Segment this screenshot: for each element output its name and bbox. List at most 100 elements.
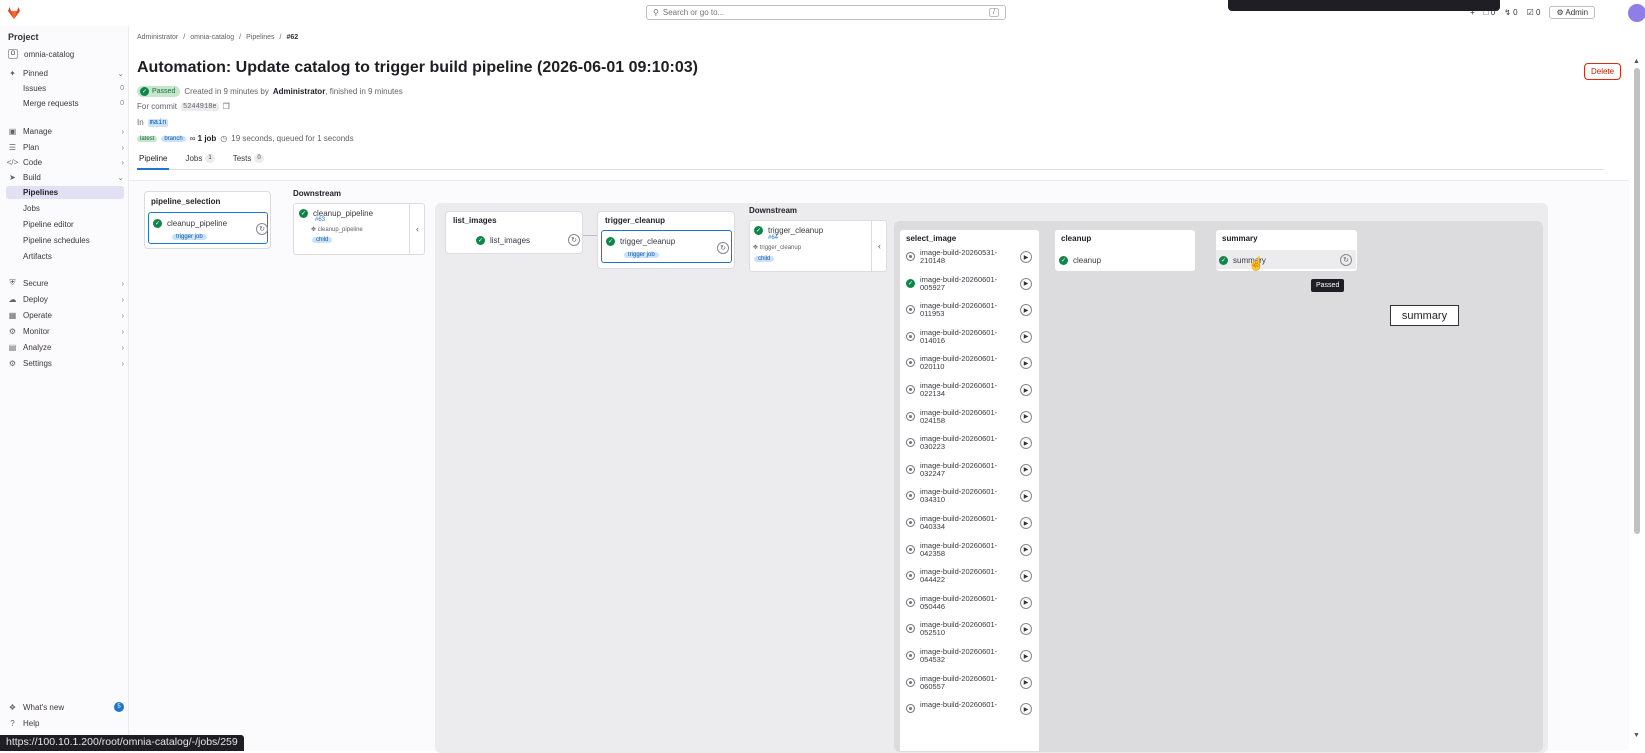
- job-list-images[interactable]: ✓ list_images: [476, 231, 530, 250]
- job-name: image-build-20260601- 042358: [920, 540, 998, 558]
- gitlab-logo-icon[interactable]: [7, 6, 21, 20]
- job-select-image[interactable]: image-build-20260601- 052510: [906, 621, 997, 643]
- tab-tests[interactable]: Tests 0: [231, 151, 266, 170]
- sidebar-item-code[interactable]: </> Code ›: [7, 155, 124, 169]
- job-select-image[interactable]: image-build-20260601- 060557: [906, 674, 997, 697]
- play-icon[interactable]: ▶: [1020, 596, 1032, 609]
- retry-icon[interactable]: ↻: [1340, 254, 1352, 266]
- sidebar-item-build[interactable]: ➤ Build ⌄: [8, 170, 124, 184]
- sidebar-item-settings[interactable]: ⚙ Settings ›: [8, 356, 124, 370]
- job-select-image[interactable]: ✓ image-build-20260601- 005927: [906, 275, 997, 298]
- sidebar-item-analyze[interactable]: ▤ Analyze ›: [8, 340, 124, 354]
- breadcrumb-item[interactable]: omnia-catalog: [190, 34, 234, 41]
- downstream-pipeline-link[interactable]: ✓ cleanup_pipeline: [299, 204, 373, 223]
- job-trigger-cleanup[interactable]: ✓ trigger_cleanup: [606, 232, 675, 251]
- job-select-image[interactable]: image-build-20260601-: [906, 701, 997, 723]
- job-select-image[interactable]: image-build-20260601- 034310: [906, 488, 997, 510]
- play-icon[interactable]: ▶: [1020, 410, 1032, 423]
- sidebar-item-issues[interactable]: Issues 0: [23, 81, 124, 95]
- job-select-image[interactable]: image-build-20260601- 014016: [906, 328, 997, 351]
- play-icon[interactable]: ▶: [1020, 251, 1032, 263]
- play-icon[interactable]: ▶: [1020, 543, 1032, 556]
- sidebar-project[interactable]: Oomnia-catalog: [8, 47, 124, 61]
- job-select-image[interactable]: image-build-20260601- 030223: [906, 435, 997, 457]
- delete-button[interactable]: Delete: [1584, 63, 1622, 80]
- play-icon[interactable]: ▶: [1020, 463, 1032, 476]
- merge-requests-counter[interactable]: ↯ 0: [1504, 8, 1517, 17]
- monitor-label: Monitor: [23, 326, 50, 336]
- mouse-cursor-icon: ☝: [1248, 256, 1265, 271]
- job-cleanup[interactable]: ✓ cleanup: [1059, 251, 1101, 270]
- sidebar-item-monitor[interactable]: ⚙ Monitor ›: [8, 324, 124, 338]
- collapse-chevron-left-icon[interactable]: ‹: [409, 203, 425, 255]
- search-input[interactable]: ⚲ Search or go to... /: [646, 5, 1006, 20]
- sidebar-item-artifacts[interactable]: Artifacts: [23, 252, 52, 261]
- user-link[interactable]: Administrator: [273, 87, 325, 96]
- job-select-image[interactable]: image-build-20260601- 011953: [906, 302, 997, 324]
- downstream-number[interactable]: #64: [768, 235, 778, 241]
- admin-button[interactable]: ⚙ Admin: [1549, 6, 1596, 19]
- sidebar-item-pipeline-schedules[interactable]: Pipeline schedules: [23, 236, 90, 245]
- sidebar-item-merge-requests[interactable]: Merge requests 0: [23, 96, 124, 110]
- downstream-number[interactable]: #63: [315, 217, 325, 223]
- retry-icon[interactable]: ↻: [568, 234, 580, 246]
- job-select-image[interactable]: image-build-20260601- 044422: [906, 568, 997, 590]
- tab-pipeline[interactable]: Pipeline: [137, 151, 170, 170]
- job-name: image-build-20260601-: [920, 700, 998, 710]
- play-icon[interactable]: ▶: [1020, 277, 1032, 290]
- status-badge[interactable]: ✓ Passed: [137, 86, 181, 97]
- breadcrumb-item[interactable]: Administrator: [137, 34, 178, 41]
- sidebar-item-deploy[interactable]: ☁ Deploy ›: [8, 292, 125, 306]
- sidebar-item-jobs[interactable]: Jobs: [23, 204, 40, 213]
- job-name: image-build-20260601- 020110: [920, 354, 998, 372]
- tab-jobs[interactable]: Jobs 1: [183, 151, 216, 170]
- retry-icon[interactable]: ↻: [256, 223, 268, 235]
- downstream-pipeline-link[interactable]: ✓ trigger_cleanup: [754, 221, 823, 240]
- scrollbar[interactable]: ▲ ▼: [1630, 58, 1644, 751]
- breadcrumb-item[interactable]: Pipelines: [246, 34, 274, 41]
- play-icon[interactable]: ▶: [1020, 330, 1032, 343]
- branch-name[interactable]: main: [147, 118, 169, 127]
- avatar[interactable]: [1628, 4, 1645, 22]
- job-name: image-build-20260601- 030223: [920, 434, 998, 452]
- sidebar-item-whats-new[interactable]: ❖ What's new 5: [8, 700, 124, 714]
- breadcrumb-current[interactable]: #62: [286, 34, 298, 41]
- stage-title: list_images: [453, 216, 497, 225]
- todos-counter[interactable]: ☑ 0: [1527, 8, 1541, 17]
- scroll-up-arrow-icon[interactable]: ▲: [1633, 58, 1640, 65]
- copy-icon[interactable]: ❐: [223, 102, 230, 111]
- job-select-image[interactable]: image-build-20260601- 050446: [906, 593, 998, 617]
- job-cleanup-pipeline[interactable]: ✓ cleanup_pipeline: [153, 214, 227, 233]
- sidebar-item-pinned[interactable]: ✦ Pinned ⌄: [8, 66, 124, 80]
- sidebar-item-help[interactable]: ? Help: [8, 716, 124, 730]
- sidebar-item-operate[interactable]: ▦ Operate ›: [8, 308, 124, 322]
- job-select-image[interactable]: image-build-20260601- 054532: [906, 648, 997, 670]
- job-select-image[interactable]: image-build-20260601- 020110: [906, 355, 997, 377]
- job-select-image[interactable]: image-build-20260601- 040334: [906, 515, 997, 537]
- play-icon[interactable]: ▶: [1020, 650, 1032, 662]
- job-name: image-build-20260601- 050446: [920, 593, 998, 611]
- scroll-down-arrow-icon[interactable]: ▼: [1633, 732, 1640, 739]
- collapse-chevron-left-icon[interactable]: ‹: [871, 220, 887, 272]
- commit-sha[interactable]: 5244918e: [181, 102, 219, 111]
- issues-counter[interactable]: □ 0: [1484, 8, 1496, 17]
- job-select-image[interactable]: image-build-20260601- 042358: [906, 540, 998, 564]
- sidebar-item-pipelines[interactable]: Pipelines: [23, 188, 58, 197]
- stage-title: cleanup: [1061, 234, 1092, 243]
- scroll-thumb[interactable]: [1634, 68, 1640, 534]
- retry-icon[interactable]: ↻: [717, 242, 729, 254]
- sidebar-item-secure[interactable]: ⛨ Secure ›: [8, 276, 125, 290]
- job-select-image[interactable]: image-build-20260601- 024158: [906, 408, 997, 431]
- job-select-image[interactable]: image-build-20260601- 032247: [906, 461, 997, 484]
- job-select-image[interactable]: image-build-20260531- 210148: [906, 249, 997, 271]
- play-icon[interactable]: ▶: [1020, 517, 1032, 529]
- play-icon[interactable]: ▶: [1020, 384, 1032, 396]
- job-select-image[interactable]: image-build-20260601- 022134: [906, 382, 997, 404]
- sidebar-item-manage[interactable]: ▣ Manage ›: [8, 124, 124, 138]
- sidebar-item-plan[interactable]: ☰ Plan ›: [8, 140, 124, 154]
- skipped-icon: [906, 651, 915, 660]
- play-icon[interactable]: ▶: [1020, 676, 1032, 689]
- sidebar-item-pipeline-editor[interactable]: Pipeline editor: [23, 220, 74, 229]
- plus-icon[interactable]: +: [1470, 8, 1475, 17]
- check-icon: ✓: [140, 87, 149, 96]
